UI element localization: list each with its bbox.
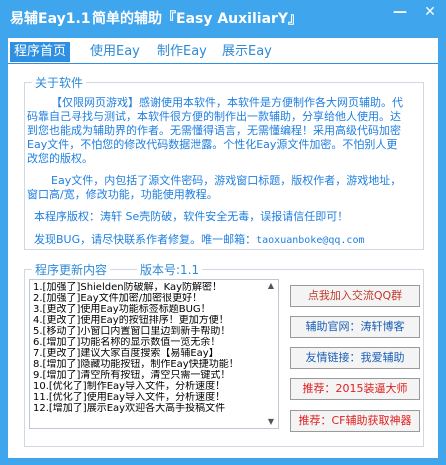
tab-make-eay[interactable]: 制作Eay	[153, 42, 211, 62]
about-title: 关于软件	[32, 74, 87, 91]
scroll-up-arrow[interactable]: ▲	[266, 282, 276, 290]
list-item[interactable]: 7.[更改了]建议大家百度搜索【易辅Eay】	[33, 348, 278, 359]
changelog-list: 1.[加强了]Shielden防破解，Kay防解密！ 2.[加强了]Eay文件加…	[30, 280, 278, 414]
list-item[interactable]: 8.[增加了]隐藏功能按钮，制作Eay快捷功能！	[33, 359, 278, 370]
version-label: 版本号:1.1	[137, 261, 203, 278]
about-paragraph-2: Eay文件，内包括了源文件密码，游戏窗口标题，版权作者，游戏地址，窗口高/宽，修…	[27, 174, 402, 201]
list-item[interactable]: 12.[增加了]展示Eay欢迎各大高手投稿文件	[33, 403, 278, 414]
join-qq-group-button[interactable]: 点我加入交流QQ群	[290, 285, 420, 307]
close-button[interactable]: ✕	[416, 2, 444, 22]
list-item[interactable]: 5.[移动了]小窗口内置窗口里边到新手帮助！	[33, 326, 278, 337]
tab-show-eay[interactable]: 展示Eay	[218, 42, 276, 62]
tab-bar: 程序首页 使用Eay 制作Eay 展示Eay	[8, 42, 438, 64]
copyright-line: 本程序版权：涛轩 Se壳防破，软件安全无毒，误报请信任即可！	[34, 210, 349, 223]
contact-prefix: 发现BUG，请尽快联系作者修复。唯一邮箱：	[34, 233, 257, 246]
about-text: 【仅限网页游戏】感谢使用本软件，本软件是方便制作各大网页辅助。代码靠自己寻找与测…	[27, 96, 407, 202]
list-item[interactable]: 3.[更改了]使用Eay功能标签标题BUG！	[33, 304, 278, 315]
app-window: 易辅Eay1.1 简单的辅助『Easy AuxiliarY』 — ✕ 程序首页 …	[0, 0, 446, 465]
official-site-button[interactable]: 辅助官网：涛轩博客	[290, 316, 420, 338]
tab-divider	[8, 63, 438, 64]
changelog-title: 程序更新内容	[32, 261, 111, 278]
recommend-cf-button[interactable]: 推荐：CF辅助获取神器	[290, 410, 420, 432]
contact-line: 发现BUG，请尽快联系作者修复。唯一邮箱：taoxuanboke@qq.com	[34, 231, 365, 247]
list-item[interactable]: 10.[优化了]制作Eay导入文件，分析速度！	[33, 381, 278, 392]
about-paragraph-1: 【仅限网页游戏】感谢使用本软件，本软件是方便制作各大网页辅助。代码靠自己寻找与测…	[27, 96, 403, 165]
recommend-zbds-button[interactable]: 推荐：2015装逼大师	[290, 378, 420, 400]
list-item[interactable]: 4.[更改了]使用Eay的按钮排序！更加方便！	[33, 315, 278, 326]
list-item[interactable]: 2.[加强了]Eay文件加密/加密很更好！	[33, 293, 278, 304]
minimize-button[interactable]: —	[386, 2, 414, 22]
scroll-down-arrow[interactable]: ▼	[266, 418, 276, 426]
contact-email: taoxuanboke@qq.com	[256, 235, 365, 246]
tab-home[interactable]: 程序首页	[10, 42, 71, 62]
list-item[interactable]: 9.[增加了]清空所有按钮，清空只需一键式！	[33, 370, 278, 381]
app-title: 易辅Eay1.1	[10, 11, 91, 27]
friend-link-button[interactable]: 友情链接：我爱辅助	[290, 347, 420, 369]
list-item[interactable]: 1.[加强了]Shielden防破解，Kay防解密！	[33, 282, 278, 293]
changelog-listbox[interactable]: 1.[加强了]Shielden防破解，Kay防解密！ 2.[加强了]Eay文件加…	[29, 279, 279, 429]
app-subtitle: 简单的辅助『Easy AuxiliarY』	[92, 11, 303, 27]
title-bar[interactable]: 易辅Eay1.1 简单的辅助『Easy AuxiliarY』 — ✕	[0, 0, 446, 34]
list-item[interactable]: 6.[增加了]功能名称的显示数值一览无余！	[33, 337, 278, 348]
list-item[interactable]: 11.[优化了]使用Eay导入文件，分析速度！	[33, 392, 278, 403]
tab-use-eay[interactable]: 使用Eay	[86, 42, 144, 62]
